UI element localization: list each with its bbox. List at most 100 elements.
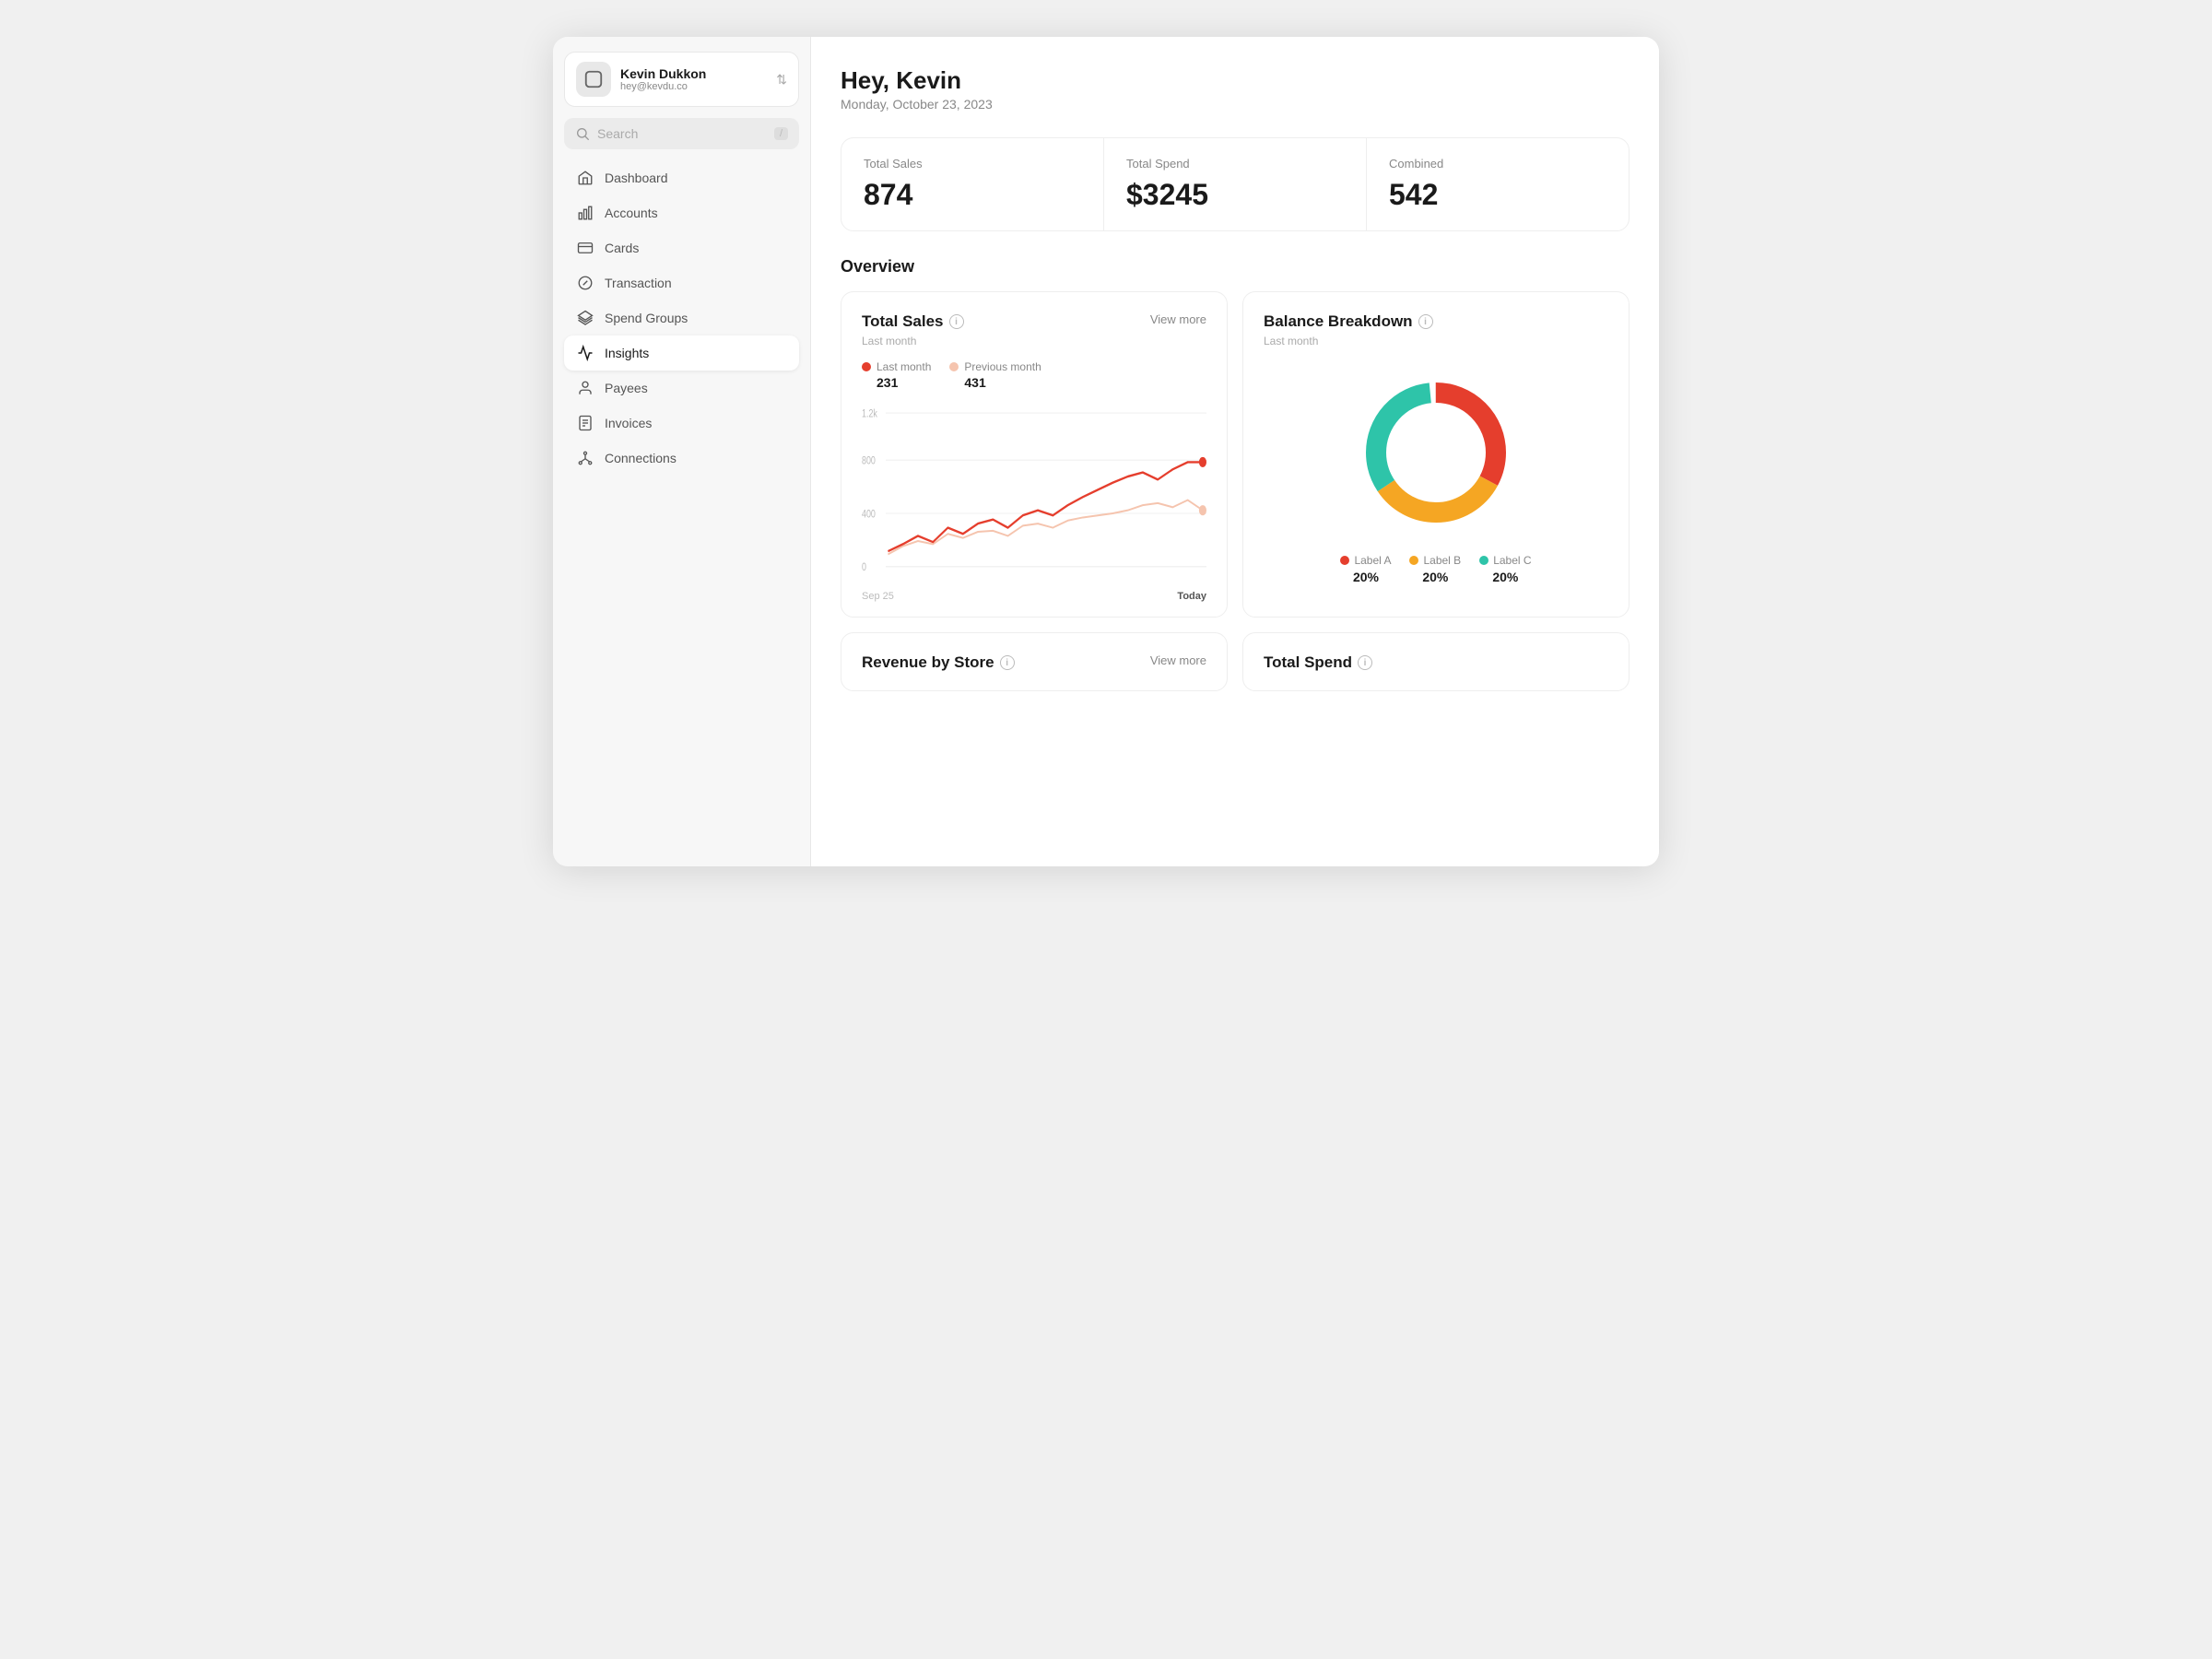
chart-legend: Last month 231 Previous month 431 [862, 360, 1206, 390]
sidebar-item-cards[interactable]: Cards [564, 230, 799, 265]
donut-label: Label B [1423, 554, 1461, 567]
donut-dot [1409, 556, 1418, 565]
sidebar-item-accounts[interactable]: Accounts [564, 195, 799, 230]
bar-chart-icon [577, 205, 594, 221]
sidebar-item-label: Connections [605, 451, 677, 465]
sidebar-item-dashboard[interactable]: Dashboard [564, 160, 799, 195]
sidebar-item-transaction[interactable]: Transaction [564, 265, 799, 300]
search-bar[interactable]: Search / [564, 118, 799, 149]
avatar [576, 62, 611, 97]
balance-breakdown-card: Balance Breakdown i Last month [1242, 291, 1630, 618]
stat-label: Total Sales [864, 157, 1081, 171]
chart-header: Balance Breakdown i [1264, 312, 1608, 331]
transaction-icon [577, 275, 594, 291]
info-icon[interactable]: i [949, 314, 964, 329]
chart-title: Balance Breakdown i [1264, 312, 1433, 331]
legend-dot [949, 362, 959, 371]
user-icon [577, 380, 594, 396]
sidebar-item-insights[interactable]: Insights [564, 335, 799, 371]
sidebar: Kevin Dukkon hey@kevdu.co ⇅ Search / Das… [553, 37, 811, 866]
chart-title: Total Spend i [1264, 653, 1372, 672]
info-icon[interactable]: i [1358, 655, 1372, 670]
user-email: hey@kevdu.co [620, 81, 767, 92]
sidebar-item-connections[interactable]: Connections [564, 441, 799, 476]
search-label: Search [597, 126, 767, 141]
legend-label-text: Last month [877, 360, 931, 373]
stat-total-spend: Total Spend $3245 [1104, 138, 1367, 230]
sidebar-item-label: Accounts [605, 206, 658, 220]
chart-title: Total Sales i [862, 312, 964, 331]
search-shortcut: / [774, 127, 788, 140]
svg-text:0: 0 [862, 561, 866, 574]
overview-title: Overview [841, 257, 1630, 276]
legend-label-c: Label C 20% [1479, 554, 1531, 584]
x-label-start: Sep 25 [862, 591, 894, 602]
legend-label-text: Previous month [964, 360, 1041, 373]
legend-value: 431 [949, 375, 1041, 390]
legend-dot [862, 362, 871, 371]
chart-x-labels: Sep 25 Today [862, 591, 1206, 602]
donut-pct: 20% [1422, 570, 1448, 584]
stat-value: 542 [1389, 178, 1606, 212]
legend-prev-month: Previous month 431 [949, 360, 1041, 390]
user-info: Kevin Dukkon hey@kevdu.co [620, 66, 767, 92]
sidebar-item-invoices[interactable]: Invoices [564, 406, 799, 441]
activity-icon [577, 345, 594, 361]
connections-icon [577, 450, 594, 466]
sidebar-item-label: Spend Groups [605, 311, 688, 325]
credit-card-icon [577, 240, 594, 256]
legend-label-a: Label A 20% [1340, 554, 1391, 584]
revenue-by-store-card: Revenue by Store i View more [841, 632, 1228, 691]
stat-label: Total Spend [1126, 157, 1344, 171]
total-spend-card: Total Spend i [1242, 632, 1630, 691]
svg-text:1.2k: 1.2k [862, 407, 877, 420]
main-content: Hey, Kevin Monday, October 23, 2023 Tota… [811, 37, 1659, 866]
donut-dot [1479, 556, 1488, 565]
stat-value: 874 [864, 178, 1081, 212]
bottom-row: Revenue by Store i View more Total Spend… [841, 632, 1630, 691]
chart-title: Revenue by Store i [862, 653, 1015, 672]
donut-pct: 20% [1492, 570, 1518, 584]
stats-row: Total Sales 874 Total Spend $3245 Combin… [841, 137, 1630, 231]
page-header: Hey, Kevin Monday, October 23, 2023 [841, 66, 1630, 112]
charts-row: Total Sales i View more Last month Last … [841, 291, 1630, 618]
info-icon[interactable]: i [1418, 314, 1433, 329]
sidebar-item-label: Transaction [605, 276, 672, 290]
nav-menu: Dashboard Accounts Cards T [564, 160, 799, 476]
sidebar-item-label: Payees [605, 381, 648, 395]
file-text-icon [577, 415, 594, 431]
layers-icon [577, 310, 594, 326]
donut-chart [1264, 360, 1608, 545]
chart-header: Revenue by Store i View more [862, 653, 1206, 672]
view-more-button[interactable]: View more [1150, 653, 1206, 667]
svg-text:800: 800 [862, 454, 876, 467]
stat-value: $3245 [1126, 178, 1344, 212]
donut-legend: Label A 20% Label B 20% [1264, 554, 1608, 584]
greeting: Hey, Kevin [841, 66, 1630, 95]
view-more-button[interactable]: View more [1150, 312, 1206, 326]
sidebar-item-payees[interactable]: Payees [564, 371, 799, 406]
legend-last-month: Last month 231 [862, 360, 931, 390]
info-icon[interactable]: i [1000, 655, 1015, 670]
donut-svg [1353, 370, 1519, 535]
stat-total-sales: Total Sales 874 [841, 138, 1104, 230]
user-name: Kevin Dukkon [620, 66, 767, 81]
home-icon [577, 170, 594, 186]
chart-header: Total Spend i [1264, 653, 1608, 672]
sidebar-item-spend-groups[interactable]: Spend Groups [564, 300, 799, 335]
sidebar-item-label: Cards [605, 241, 639, 255]
line-chart-svg: 1.2k 800 400 0 [862, 403, 1206, 587]
svg-text:400: 400 [862, 508, 876, 521]
stat-label: Combined [1389, 157, 1606, 171]
donut-label: Label A [1354, 554, 1391, 567]
legend-value: 231 [862, 375, 931, 390]
date-subtitle: Monday, October 23, 2023 [841, 97, 1630, 112]
user-profile[interactable]: Kevin Dukkon hey@kevdu.co ⇅ [564, 52, 799, 107]
chevron-icon: ⇅ [776, 72, 787, 88]
search-icon [575, 126, 590, 141]
chart-subtitle: Last month [1264, 335, 1608, 347]
sidebar-item-label: Insights [605, 346, 649, 360]
donut-label: Label C [1493, 554, 1531, 567]
donut-dot [1340, 556, 1349, 565]
legend-label-b: Label B 20% [1409, 554, 1461, 584]
